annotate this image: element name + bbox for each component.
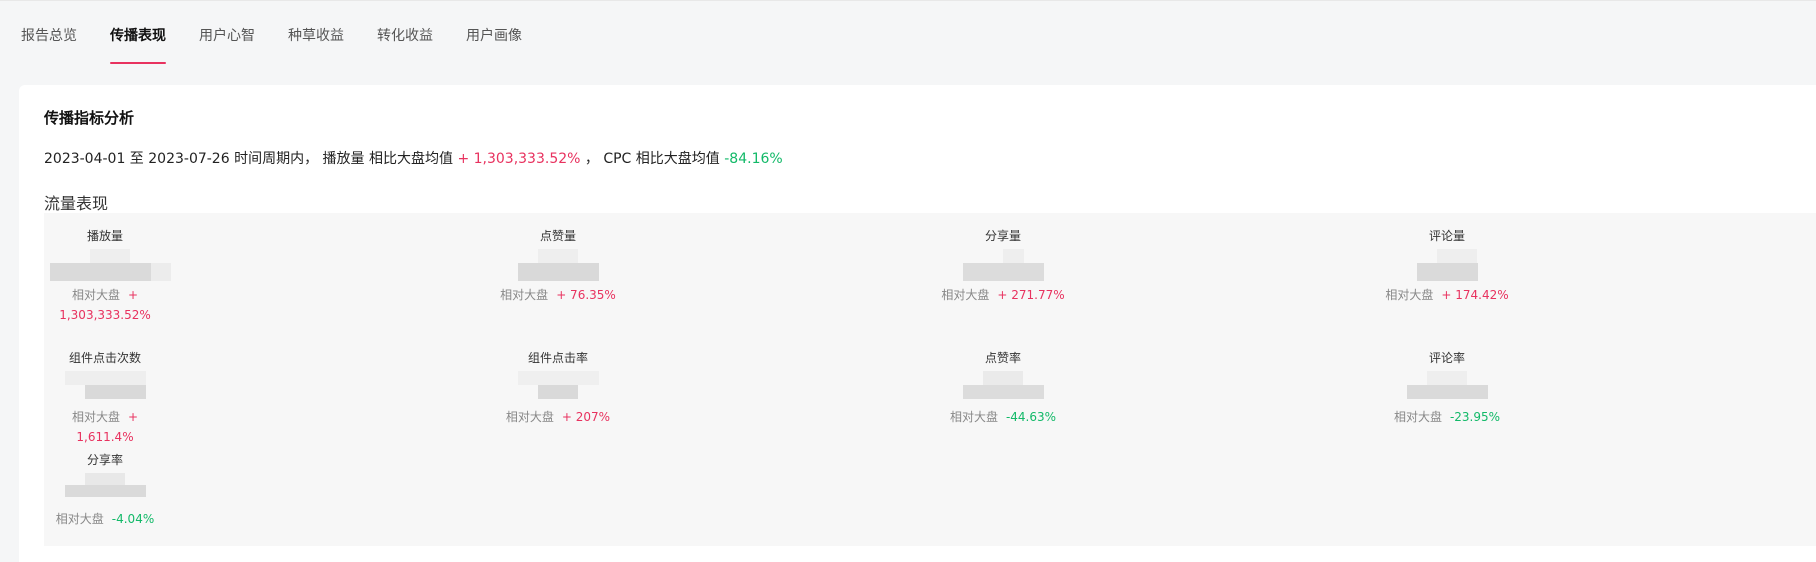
- blurred-value: [64, 371, 146, 405]
- metric-card: 播放量 相对大盘 + 1,303,333.52%: [50, 227, 171, 325]
- blurred-value: [517, 371, 599, 405]
- summary-line: 2023-04-01 至 2023-07-26 时间周期内， 播放量 相比大盘均…: [44, 148, 783, 168]
- tab-conversion-revenue[interactable]: 转化收益: [377, 25, 433, 47]
- compare-label: 相对大盘: [71, 410, 120, 424]
- metric-card: 评论率 相对大盘 -23.95%: [1382, 349, 1512, 427]
- metric-card: 评论量 相对大盘 + 174.42%: [1382, 227, 1512, 305]
- blurred-value: [50, 249, 171, 283]
- summary-metric2: CPC 相比大盘均值: [603, 151, 720, 167]
- summary-value2: -84.16%: [724, 151, 783, 167]
- metric-compare: 相对大盘 + 271.77%: [938, 285, 1068, 305]
- metric-compare: 相对大盘 + 207%: [493, 407, 623, 427]
- blurred-value: [962, 249, 1044, 283]
- summary-separator: ，: [584, 151, 599, 167]
- summary-metric1: 播放量 相比大盘均值: [322, 151, 453, 167]
- compare-value: + 76.35%: [556, 288, 616, 302]
- metric-compare: 相对大盘 + 174.42%: [1382, 285, 1512, 305]
- metric-card: 分享量 相对大盘 + 271.77%: [938, 227, 1068, 305]
- metric-label: 分享率: [86, 453, 123, 467]
- summary-value1: + 1,303,333.52%: [457, 151, 581, 167]
- metric-compare: 相对大盘 + 1,611.4%: [50, 407, 160, 447]
- tab-spread-performance[interactable]: 传播表现: [110, 25, 166, 64]
- metrics-panel: 播放量 相对大盘 + 1,303,333.52% 点赞量 相对大盘 + 76.35%…: [44, 213, 1816, 546]
- tab-report-overview[interactable]: 报告总览: [21, 25, 77, 47]
- metric-label: 点赞量: [539, 229, 576, 243]
- blurred-value: [64, 473, 146, 507]
- metric-compare: 相对大盘 -4.04%: [50, 509, 160, 529]
- card-title: 传播指标分析: [44, 109, 135, 127]
- compare-label: 相对大盘: [71, 288, 120, 302]
- compare-value: -23.95%: [1449, 410, 1501, 424]
- metric-label: 点赞率: [984, 351, 1021, 365]
- blurred-value: [1406, 371, 1488, 405]
- metric-label: 评论量: [1428, 229, 1465, 243]
- compare-value: -4.04%: [111, 512, 155, 526]
- compare-label: 相对大盘: [1393, 410, 1442, 424]
- metric-card: 组件点击率 相对大盘 + 207%: [493, 349, 623, 427]
- summary-period: 2023-04-01 至 2023-07-26 时间周期内，: [44, 151, 319, 167]
- compare-value: -44.63%: [1005, 410, 1057, 424]
- metric-label: 分享量: [984, 229, 1021, 243]
- metric-card: 点赞量 相对大盘 + 76.35%: [493, 227, 623, 305]
- compare-value: + 271.77%: [997, 288, 1065, 302]
- metric-card: 分享率 相对大盘 -4.04%: [50, 451, 160, 529]
- metric-compare: 相对大盘 + 76.35%: [493, 285, 623, 305]
- section-title-traffic: 流量表现: [44, 194, 109, 213]
- compare-label: 相对大盘: [941, 288, 990, 302]
- top-nav: 报告总览 传播表现 用户心智 种草收益 转化收益 用户画像: [0, 0, 1816, 76]
- blurred-value: [517, 249, 599, 283]
- metric-compare: 相对大盘 -44.63%: [938, 407, 1068, 427]
- metric-card: 组件点击次数 相对大盘 + 1,611.4%: [50, 349, 160, 447]
- spread-metrics-card: 传播指标分析 2023-04-01 至 2023-07-26 时间周期内， 播放…: [19, 85, 1816, 562]
- metric-label: 组件点击次数: [68, 351, 141, 365]
- metric-compare: 相对大盘 -23.95%: [1382, 407, 1512, 427]
- metric-label: 评论率: [1428, 351, 1465, 365]
- blurred-value: [962, 371, 1044, 405]
- metric-label: 播放量: [86, 229, 123, 243]
- compare-value: + 207%: [561, 410, 611, 424]
- metric-compare: 相对大盘 + 1,303,333.52%: [50, 285, 160, 325]
- tab-user-mind[interactable]: 用户心智: [199, 25, 255, 47]
- compare-label: 相对大盘: [505, 410, 554, 424]
- compare-label: 相对大盘: [55, 512, 104, 526]
- blurred-value: [1416, 249, 1478, 283]
- tab-user-profile[interactable]: 用户画像: [466, 25, 522, 47]
- tab-seeding-revenue[interactable]: 种草收益: [288, 25, 344, 47]
- tab-bar: 报告总览 传播表现 用户心智 种草收益 转化收益 用户画像: [21, 25, 555, 64]
- metric-label: 组件点击率: [527, 351, 588, 365]
- compare-label: 相对大盘: [500, 288, 549, 302]
- compare-label: 相对大盘: [1385, 288, 1434, 302]
- compare-value: + 174.42%: [1441, 288, 1509, 302]
- compare-label: 相对大盘: [949, 410, 998, 424]
- metric-card: 点赞率 相对大盘 -44.63%: [938, 349, 1068, 427]
